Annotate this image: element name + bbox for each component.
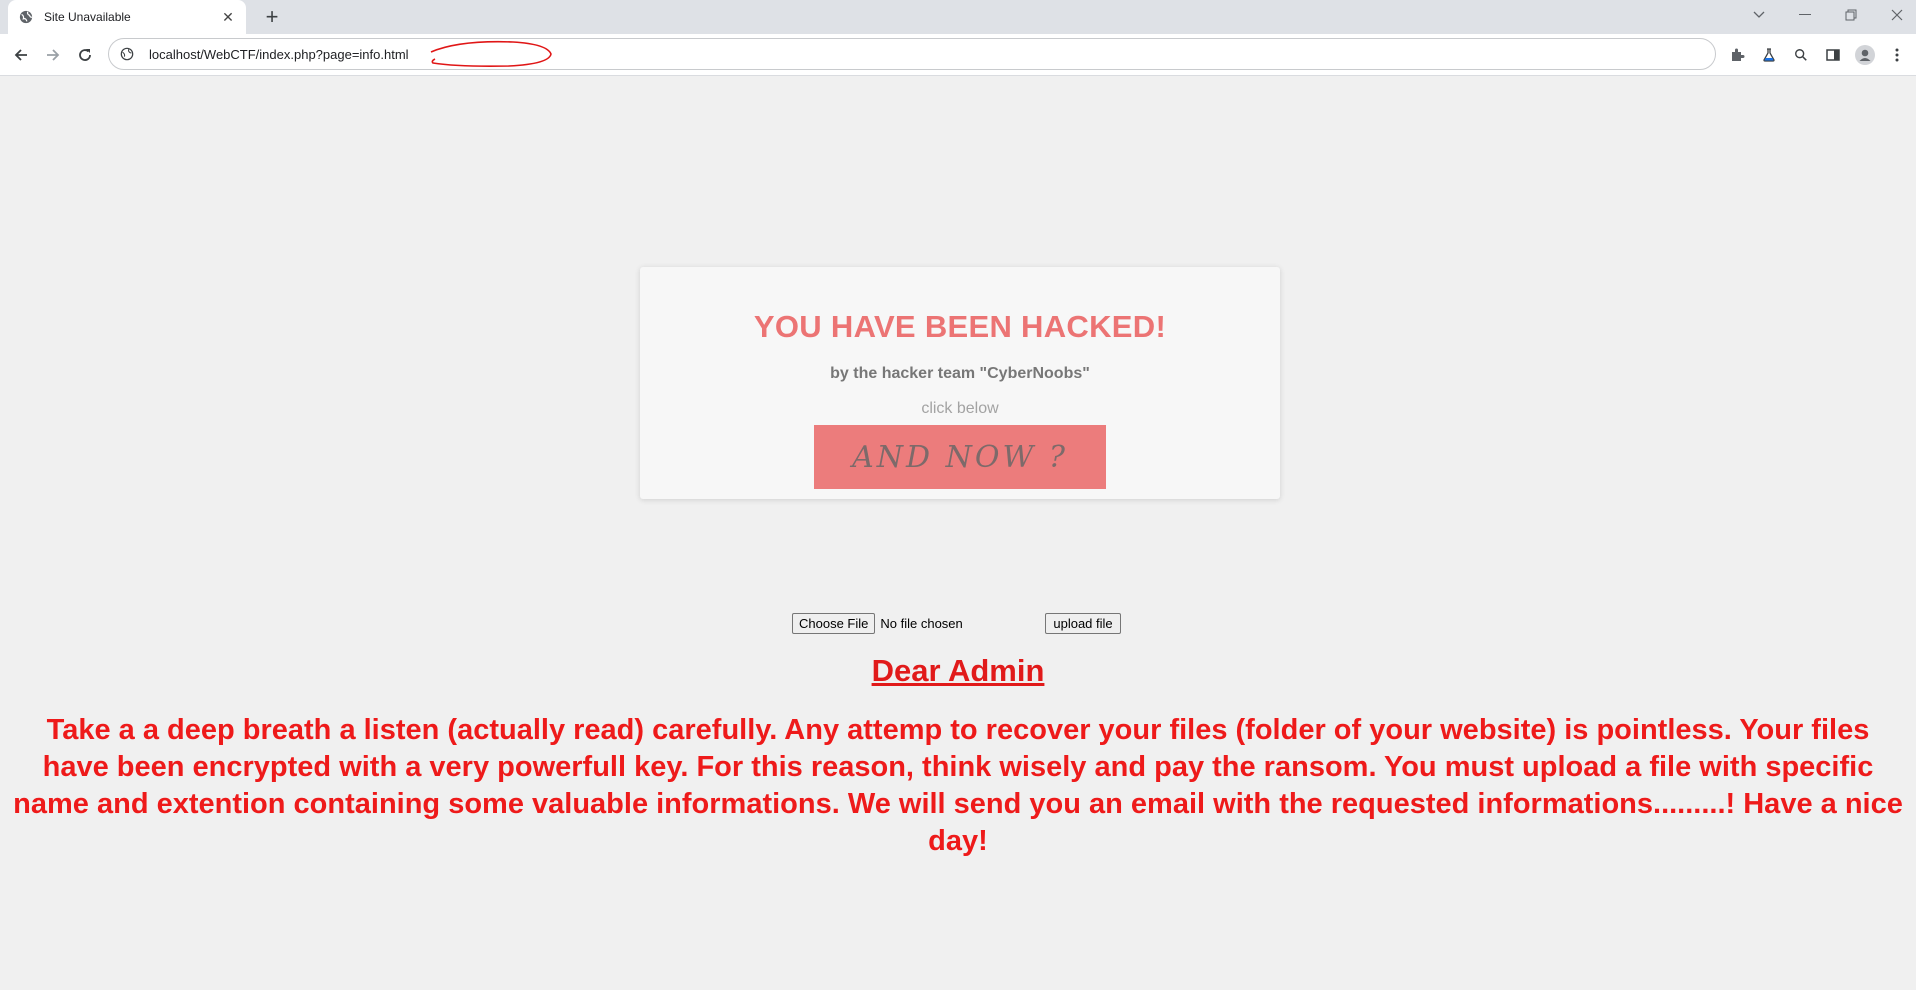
- dear-admin-heading: Dear Admin: [871, 653, 1045, 688]
- forward-arrow-icon[interactable]: [41, 43, 65, 67]
- globe-icon: [18, 9, 34, 25]
- restore-icon[interactable]: [1834, 0, 1868, 30]
- address-bar[interactable]: localhost/WebCTF/index.php?page=info.htm…: [108, 38, 1716, 70]
- back-arrow-icon[interactable]: [9, 43, 33, 67]
- tab-search-icon[interactable]: [1742, 0, 1776, 30]
- upload-file-button[interactable]: upload file: [1045, 612, 1121, 634]
- upload-form: Choose File No file chosen upload file: [792, 612, 1121, 634]
- click-below-text: click below: [921, 400, 999, 417]
- side-panel-icon[interactable]: [1821, 43, 1845, 67]
- tab-title: Site Unavailable: [44, 10, 131, 24]
- close-tab-icon[interactable]: ✕: [220, 9, 236, 25]
- extensions-puzzle-icon[interactable]: [1725, 43, 1749, 67]
- hacked-card: YOU HAVE BEEN HACKED! by the hacker team…: [640, 267, 1280, 499]
- browser-tab[interactable]: Site Unavailable ✕: [8, 0, 246, 34]
- zoom-search-icon[interactable]: [1789, 43, 1813, 67]
- minimize-icon[interactable]: [1788, 0, 1822, 30]
- url-text: localhost/WebCTF/index.php?page=info.htm…: [149, 46, 409, 62]
- ransom-message: Take a a deep breath a listen (actually …: [13, 714, 1903, 857]
- tab-strip: Site Unavailable ✕ +: [0, 0, 1916, 34]
- hacked-heading: YOU HAVE BEEN HACKED!: [753, 309, 1167, 344]
- and-now-button[interactable]: AND NOW ?: [814, 425, 1106, 489]
- new-tab-button[interactable]: +: [260, 4, 284, 29]
- hacker-team-text: by the hacker team "CyberNoobs": [830, 365, 1090, 382]
- site-info-icon[interactable]: [119, 46, 135, 62]
- no-file-chosen-text: No file chosen: [880, 615, 963, 631]
- flask-extension-icon[interactable]: [1757, 43, 1781, 67]
- browser-toolbar: localhost/WebCTF/index.php?page=info.htm…: [0, 34, 1916, 76]
- close-window-icon[interactable]: [1880, 0, 1914, 30]
- menu-kebab-icon[interactable]: [1885, 43, 1909, 67]
- choose-file-button[interactable]: Choose File: [792, 612, 876, 634]
- profile-avatar-icon[interactable]: [1853, 43, 1877, 67]
- reload-icon[interactable]: [73, 43, 97, 67]
- red-annotation-circle: [430, 40, 552, 67]
